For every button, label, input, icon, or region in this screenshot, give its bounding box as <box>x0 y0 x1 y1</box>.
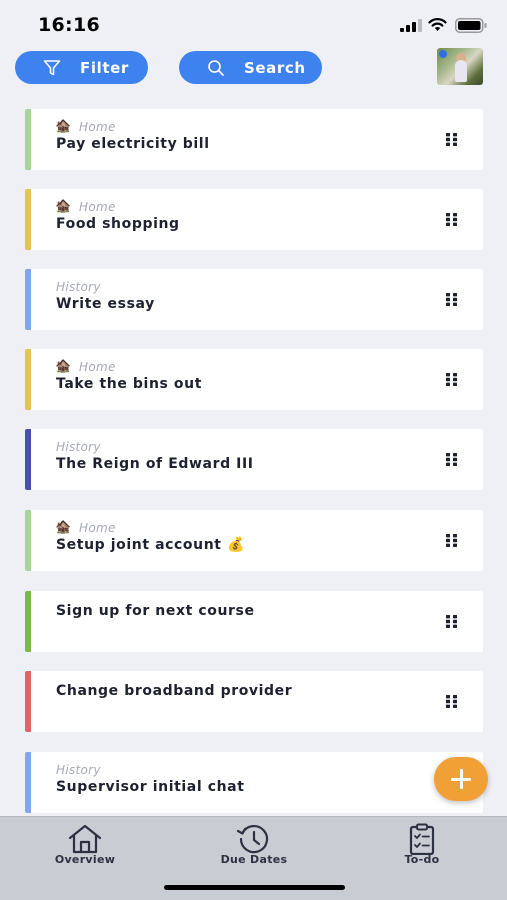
home-indicator[interactable] <box>164 885 345 890</box>
category-color-stripe <box>25 189 31 250</box>
drag-handle-icon[interactable] <box>446 695 458 708</box>
tab-to-do[interactable]: To-do <box>362 817 482 887</box>
category-color-stripe <box>25 269 31 330</box>
notification-dot <box>439 50 447 58</box>
task-title: Pay electricity bill <box>56 136 210 152</box>
avatar[interactable] <box>437 48 483 85</box>
task-category: History <box>56 280 101 294</box>
task-title: Setup joint account 💰 <box>56 537 246 553</box>
category-color-stripe <box>25 510 31 571</box>
history-clock-icon <box>236 824 269 854</box>
task-card[interactable]: 🏚️ Home Setup joint account 💰 <box>25 510 483 571</box>
clipboard-icon <box>409 823 435 855</box>
signal-icon <box>400 19 422 32</box>
task-category: History <box>56 440 101 454</box>
task-title: Change broadband provider <box>56 683 293 699</box>
status-bar: 16:16 <box>0 0 507 50</box>
category-icon: 🏚️ <box>55 359 72 374</box>
task-category: History <box>56 763 101 777</box>
task-card[interactable]: History Write essay <box>25 269 483 330</box>
drag-handle-icon[interactable] <box>446 133 458 146</box>
category-color-stripe <box>25 349 31 410</box>
filter-button[interactable]: Filter <box>15 51 148 84</box>
status-time: 16:16 <box>38 14 100 36</box>
tab-due-dates[interactable]: Due Dates <box>194 817 314 887</box>
task-category: Home <box>79 521 116 535</box>
task-card[interactable]: History Supervisor initial chat <box>25 752 483 813</box>
category-color-stripe <box>25 109 31 170</box>
drag-handle-icon[interactable] <box>446 534 458 547</box>
category-icon: 🏚️ <box>55 119 72 134</box>
add-task-button[interactable] <box>434 757 488 801</box>
drag-handle-icon[interactable] <box>446 453 458 466</box>
task-title: Supervisor initial chat <box>56 779 245 795</box>
wifi-icon <box>428 18 447 31</box>
filter-label: Filter <box>80 59 129 77</box>
drag-handle-icon[interactable] <box>446 213 458 226</box>
task-category: Home <box>79 200 116 214</box>
drag-handle-icon[interactable] <box>446 373 458 386</box>
tab-label: Due Dates <box>220 853 288 866</box>
task-category: Home <box>79 360 116 374</box>
task-title: Write essay <box>56 296 155 312</box>
tab-label: Overview <box>54 853 116 866</box>
task-title: Take the bins out <box>56 376 202 392</box>
drag-handle-icon[interactable] <box>446 293 458 306</box>
search-button[interactable]: Search <box>179 51 322 84</box>
task-title: Sign up for next course <box>56 603 255 619</box>
search-label: Search <box>244 59 306 77</box>
category-icon: 🏚️ <box>55 520 72 535</box>
task-card[interactable]: 🏚️ Home Pay electricity bill <box>25 109 483 170</box>
home-icon <box>68 824 102 854</box>
category-color-stripe <box>25 429 31 490</box>
battery-icon <box>455 18 487 33</box>
task-card[interactable]: Sign up for next course <box>25 591 483 652</box>
search-icon <box>208 60 224 76</box>
task-title: Food shopping <box>56 216 180 232</box>
filter-icon <box>43 60 61 76</box>
task-card[interactable]: 🏚️ Home Take the bins out <box>25 349 483 410</box>
tab-label: To-do <box>404 853 440 866</box>
task-card[interactable]: Change broadband provider <box>25 671 483 732</box>
category-color-stripe <box>25 671 31 732</box>
drag-handle-icon[interactable] <box>446 615 458 628</box>
category-icon: 🏚️ <box>55 199 72 214</box>
task-card[interactable]: 🏚️ Home Food shopping <box>25 189 483 250</box>
task-card[interactable]: History The Reign of Edward III <box>25 429 483 490</box>
task-title: The Reign of Edward III <box>56 456 254 472</box>
task-category: Home <box>79 120 116 134</box>
tab-overview[interactable]: Overview <box>25 817 145 887</box>
category-color-stripe <box>25 752 31 813</box>
category-color-stripe <box>25 591 31 652</box>
